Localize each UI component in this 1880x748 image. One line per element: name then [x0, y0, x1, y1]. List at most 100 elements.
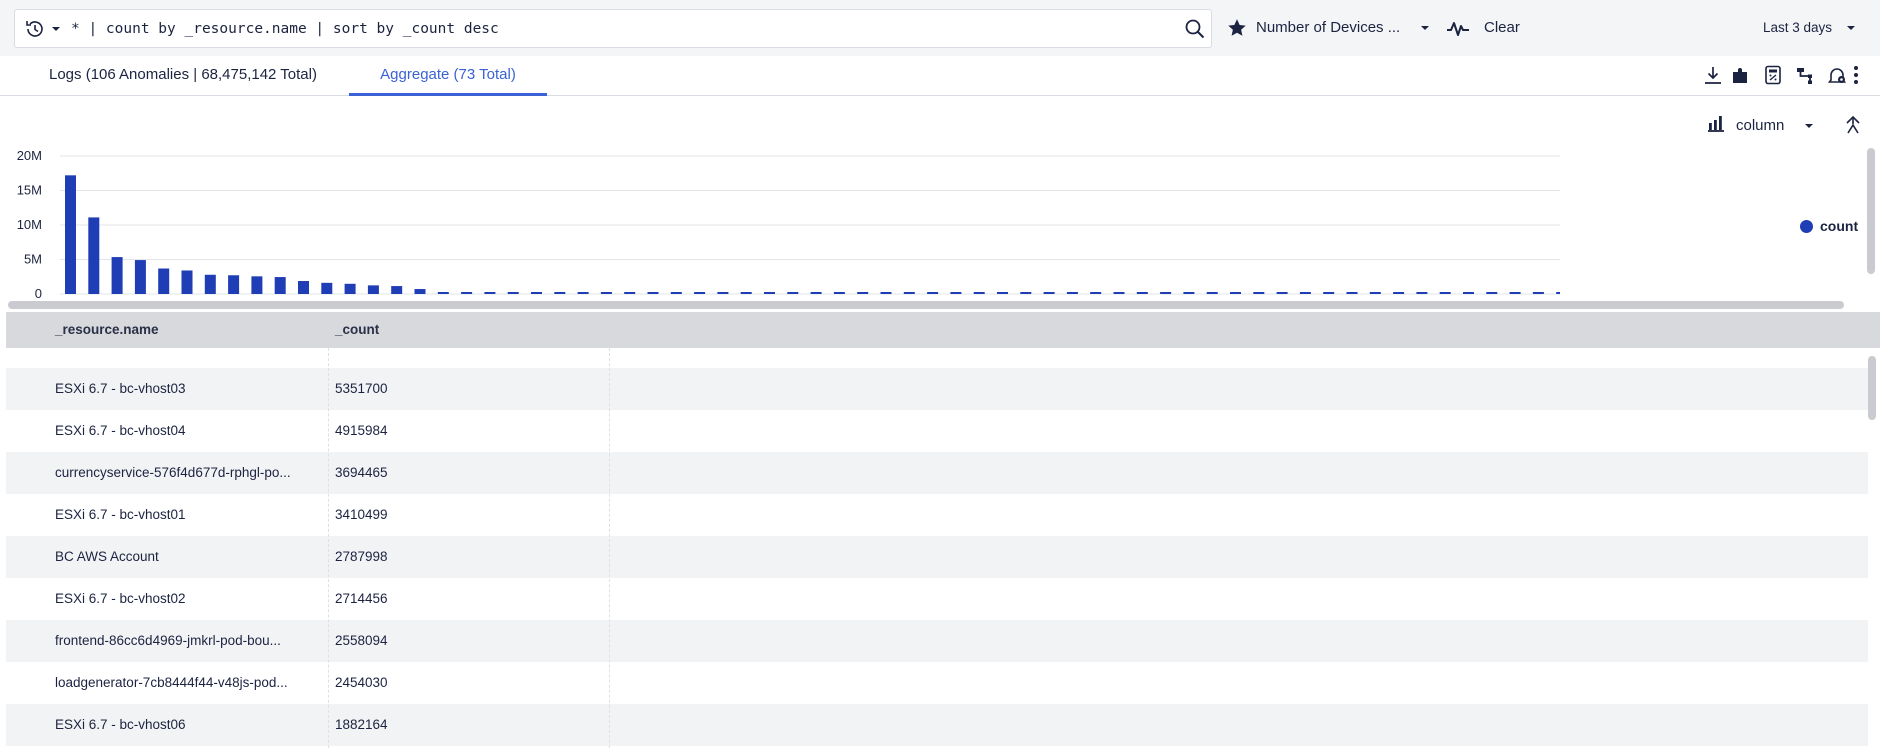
column-chart-icon[interactable] [1706, 114, 1726, 134]
chart-bar[interactable] [810, 292, 822, 294]
chart-bar[interactable] [694, 292, 706, 294]
more-vertical-icon[interactable] [1850, 64, 1862, 86]
collapse-icon[interactable] [1842, 113, 1864, 135]
saved-search-selector[interactable]: Number of Devices ... [1256, 19, 1400, 36]
saved-search-caret-icon[interactable] [1418, 18, 1432, 38]
chart-bar[interactable] [764, 292, 775, 294]
chart-bar[interactable] [1090, 292, 1102, 294]
chart-bar[interactable] [1299, 292, 1311, 294]
query-input[interactable] [71, 15, 1141, 43]
chart-bar[interactable] [484, 292, 496, 294]
star-icon[interactable] [1226, 17, 1248, 39]
chart-bar[interactable] [251, 276, 263, 294]
chart-bar[interactable] [1066, 292, 1078, 294]
chart-bar[interactable] [554, 292, 566, 294]
table-row[interactable]: ESXi 6.7 - bc-vhost04 4915984 [6, 410, 1868, 452]
chart-bar[interactable] [577, 292, 589, 294]
chart-bar[interactable] [997, 292, 1008, 294]
table-row[interactable]: currencyservice-576f4d677d-rphgl-po... 3… [6, 452, 1868, 494]
chart-bar[interactable] [344, 283, 356, 294]
chart-bar[interactable] [1276, 292, 1288, 294]
chart-bar[interactable] [298, 281, 309, 294]
chart-bar[interactable] [65, 175, 76, 294]
table-row[interactable]: ESXi 6.7 - bc-vhost02 2714456 [6, 578, 1868, 620]
chart-horizontal-scrollbar[interactable] [8, 301, 1844, 309]
chart-bar[interactable] [321, 282, 333, 294]
chart-bar[interactable] [1136, 292, 1148, 294]
calculator-icon[interactable] [1762, 64, 1784, 86]
time-range-caret-icon[interactable] [1844, 18, 1858, 38]
chart-bar[interactable] [1043, 292, 1055, 294]
chart-bar[interactable] [927, 292, 939, 294]
chart-bar[interactable] [1556, 292, 1560, 294]
chart-bar[interactable] [1020, 292, 1032, 294]
chart-bar[interactable] [134, 260, 146, 294]
chart-bar[interactable] [1486, 292, 1498, 294]
chart-bar[interactable] [903, 292, 915, 294]
tab-aggregate[interactable]: Aggregate (73 Total) [349, 56, 547, 96]
chart-type-caret-icon[interactable] [1802, 116, 1816, 136]
table-vertical-scrollbar[interactable] [1868, 356, 1876, 420]
chart-bar[interactable] [973, 292, 985, 294]
chart-bar[interactable] [204, 274, 216, 294]
chart-bar[interactable] [787, 292, 799, 294]
chart-bar[interactable] [1230, 292, 1241, 294]
chart-bar[interactable] [1253, 292, 1265, 294]
download-icon[interactable] [1702, 64, 1724, 86]
puzzle-icon[interactable] [1730, 64, 1752, 86]
chart-bar[interactable] [158, 268, 170, 294]
flow-icon[interactable] [1794, 64, 1816, 86]
clear-button[interactable]: Clear [1484, 19, 1520, 36]
chart-vertical-scrollbar[interactable] [1867, 148, 1875, 274]
chart-bar[interactable] [507, 292, 519, 294]
chart-bar[interactable] [717, 292, 729, 294]
chart-bar[interactable] [437, 292, 449, 294]
chart-bar[interactable] [1323, 292, 1335, 294]
chart-bar[interactable] [414, 289, 426, 294]
alert-settings-icon[interactable] [1826, 64, 1848, 86]
chart-bar[interactable] [1532, 292, 1544, 294]
chart-bar[interactable] [1206, 292, 1218, 294]
chart-bar[interactable] [647, 292, 659, 294]
time-range-selector[interactable]: Last 3 days [1763, 20, 1832, 35]
table-row[interactable]: ESXi 6.7 - bc-vhost01 3410499 [6, 494, 1868, 536]
tab-logs[interactable]: Logs (106 Anomalies | 68,475,142 Total) [49, 56, 317, 96]
chart-bar[interactable] [670, 292, 682, 294]
table-row[interactable]: loadgenerator-7cb8444f44-v48js-pod... 24… [6, 662, 1868, 704]
column-divider[interactable] [609, 348, 610, 748]
chart-bar[interactable] [1416, 292, 1428, 294]
chart-legend[interactable]: count [1800, 218, 1858, 234]
chart-bar[interactable] [367, 285, 379, 294]
chart-bar[interactable] [274, 277, 286, 294]
chart-bar[interactable] [88, 217, 100, 294]
history-icon[interactable] [23, 17, 47, 41]
chart-bar[interactable] [181, 270, 193, 294]
table-row[interactable]: ESXi 6.7 - bc-vhost03 5351700 [6, 368, 1868, 410]
chart-bar[interactable] [1346, 292, 1358, 294]
chart-bar[interactable] [1509, 292, 1521, 294]
chart-bar[interactable] [461, 292, 473, 294]
chart-bar[interactable] [1463, 292, 1474, 294]
chart-type-selector[interactable]: column [1736, 117, 1784, 134]
chart-bar[interactable] [531, 292, 542, 294]
chart-bar[interactable] [111, 257, 123, 294]
chart-bar[interactable] [833, 292, 845, 294]
chart-bar[interactable] [624, 292, 636, 294]
table-row[interactable]: ESXi 6.7 - bc-vhost06 1882164 [6, 704, 1868, 746]
table-row[interactable]: BC AWS Account 2787998 [6, 536, 1868, 578]
chart-bar[interactable] [391, 286, 403, 294]
history-dropdown-caret-icon[interactable] [49, 19, 63, 39]
chart-bar[interactable] [880, 292, 892, 294]
chart-bar[interactable] [1160, 292, 1172, 294]
chart-bar[interactable] [228, 275, 240, 294]
chart-bar[interactable] [1369, 292, 1381, 294]
anomaly-detection-icon[interactable] [1446, 17, 1470, 39]
chart-bar[interactable] [1439, 292, 1451, 294]
chart-bar[interactable] [1393, 292, 1405, 294]
chart-bar[interactable] [600, 292, 612, 294]
column-divider[interactable] [328, 348, 329, 748]
chart-bar[interactable] [1113, 292, 1125, 294]
table-row[interactable]: frontend-86cc6d4969-jmkrl-pod-bou... 255… [6, 620, 1868, 662]
column-header-count[interactable]: _count [335, 312, 379, 348]
column-header-resource-name[interactable]: _resource.name [55, 312, 159, 348]
